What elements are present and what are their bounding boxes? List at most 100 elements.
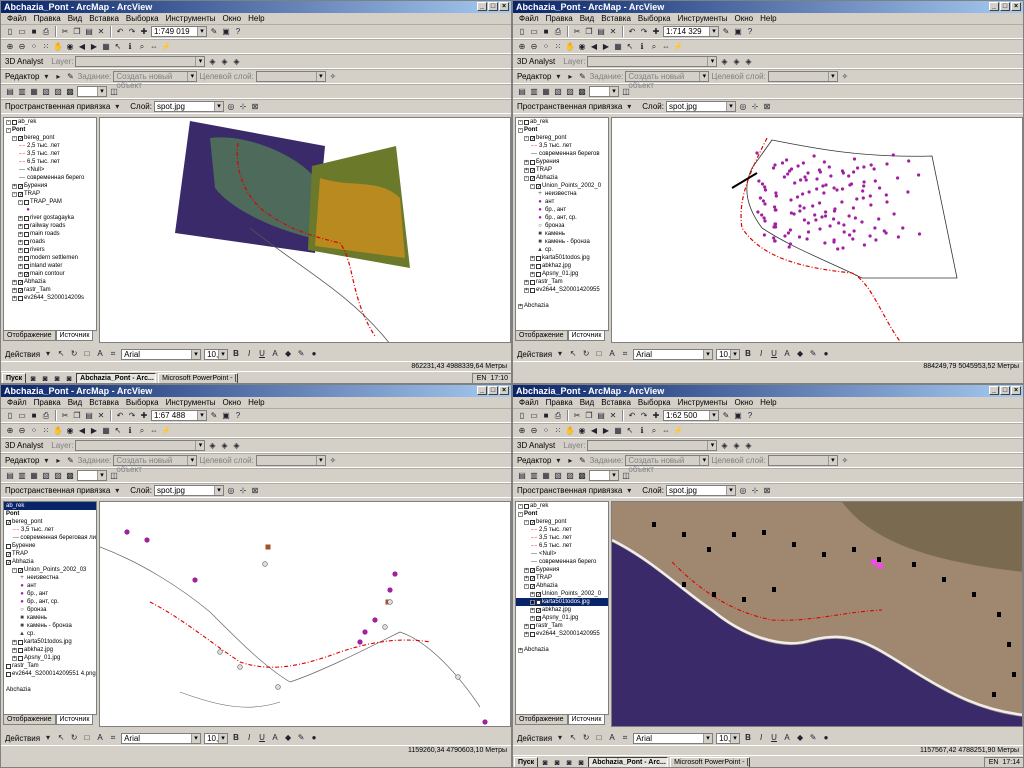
toc-layer-row[interactable]: - ✓ bereg_pont [516,518,608,526]
cut-icon[interactable]: ✂ [60,411,70,421]
layout-icon[interactable]: ▨ [53,87,63,97]
editor-toolbar-icon[interactable]: ✎ [209,27,219,37]
actions-menu[interactable]: Действия [5,734,40,743]
toc-layer-row[interactable]: + ✓ TRAP [516,166,608,174]
bold-icon[interactable]: B [231,349,241,359]
layer-checkbox[interactable]: ✓ [530,167,535,173]
copy-icon[interactable]: ❐ [72,27,82,37]
callout-icon[interactable]: ⌗ [108,349,118,359]
callout-icon[interactable]: ⌗ [620,733,630,743]
layer-checkbox[interactable]: ✓ [536,607,541,613]
toc-layer-row[interactable]: + неизвестна [4,574,96,582]
layout-zoom-combo[interactable] [77,470,107,481]
menu-item[interactable]: Выборка [126,13,159,24]
layer-checkbox[interactable]: ✓ [18,279,23,285]
rectangle-icon[interactable]: □ [594,733,604,743]
expand-icon[interactable]: + [524,631,529,637]
redo-icon[interactable]: ↷ [639,411,649,421]
hyperlink-icon[interactable]: ⚡ [673,42,683,52]
expand-icon[interactable]: + [18,239,23,245]
layer-checkbox[interactable] [6,671,11,677]
menu-item[interactable]: Файл [519,397,539,408]
layout-icon[interactable]: ▩ [577,471,587,481]
sketch-tool-icon[interactable]: ▸ [53,72,63,82]
callout-icon[interactable]: ⌗ [620,349,630,359]
identify-icon[interactable]: ℹ [637,42,647,52]
minimize-icon[interactable]: _ [477,2,487,11]
toc-layer-row[interactable]: ● бр., ант, ср. [516,214,608,222]
toc-layer-row[interactable]: + karta501todos.jpg [516,254,608,262]
toc-layer-row[interactable]: -·- 6,5 тыс. лет [4,158,96,166]
line-color-icon[interactable]: ✎ [296,733,306,743]
font-size-combo[interactable]: 10,0 [716,348,741,360]
underline-icon[interactable]: U [769,349,779,359]
zoom-out-icon[interactable]: ⊖ [17,426,27,436]
close-icon[interactable]: × [499,386,509,395]
paste-icon[interactable]: ▤ [84,411,94,421]
save-icon[interactable]: ■ [29,411,39,421]
3d-tool-icon[interactable]: ◈ [743,57,753,67]
expand-icon[interactable]: + [12,295,17,301]
expand-icon[interactable]: + [530,271,535,277]
map-canvas[interactable] [100,502,511,727]
layer-combo[interactable]: spot.jpg [153,101,224,112]
georef-icon[interactable]: ⊠ [250,102,260,112]
select-elements-icon[interactable]: ↖ [113,42,123,52]
select-elements-icon[interactable]: ↖ [56,733,66,743]
paste-icon[interactable]: ▤ [596,411,606,421]
menu-item[interactable]: Окно [223,13,242,24]
underline-icon[interactable]: U [769,733,779,743]
maximize-icon[interactable]: □ [1000,2,1010,11]
forward-icon[interactable]: ▶ [601,42,611,52]
find-icon[interactable]: ⌕ [649,42,659,52]
layer-combo[interactable]: spot.jpg [665,101,736,112]
pan-icon[interactable]: ✋ [565,426,575,436]
target-layer-combo[interactable] [767,455,838,466]
layer-checkbox[interactable] [24,239,29,245]
language-icon[interactable]: EN [989,758,999,768]
target-layer-combo[interactable] [255,455,326,466]
toc-layer-row[interactable]: -·- 3,5 тыс. лет [4,150,96,158]
toc-layer-row[interactable]: Abchazia [4,686,96,694]
layout-icon[interactable]: ▦ [541,471,551,481]
3d-tool-icon[interactable]: ◈ [719,57,729,67]
layer-checkbox[interactable] [24,263,29,269]
expand-icon[interactable]: + [18,255,23,261]
undo-icon[interactable]: ↶ [115,411,125,421]
toc-layer-row[interactable]: + ✓ TRAP [516,574,608,582]
menu-item[interactable]: Вставка [89,13,119,24]
media-icon[interactable]: ◙ [64,374,74,384]
hyperlink-icon[interactable]: ⚡ [161,426,171,436]
menu-item[interactable]: Help [760,397,776,408]
marker-color-icon[interactable]: ● [309,349,319,359]
undo-icon[interactable]: ↶ [115,27,125,37]
hyperlink-icon[interactable]: ⚡ [673,426,683,436]
find-icon[interactable]: ⌕ [649,426,659,436]
print-icon[interactable]: ⎙ [41,411,51,421]
editor-menu[interactable]: Редактор [517,72,551,81]
georef-icon[interactable]: ◎ [738,102,748,112]
expand-icon[interactable]: - [524,519,529,525]
pencil-icon[interactable]: ✎ [577,456,587,466]
fixed-zoom-in-icon[interactable]: ⁘ [541,426,551,436]
rotate-icon[interactable]: ↻ [69,349,79,359]
map-canvas[interactable] [612,118,1023,343]
zoom-in-icon[interactable]: ⊕ [5,426,15,436]
font-combo[interactable]: Arial [121,732,202,744]
toc-layer-row[interactable]: + ev2644_S200014209s [4,294,96,302]
expand-icon[interactable]: + [524,567,529,573]
toc-layer-row[interactable]: + modern settlemen [4,254,96,262]
underline-icon[interactable]: U [257,733,267,743]
layout-icon[interactable]: ▥ [17,87,27,97]
tab-display[interactable]: Отображение [515,331,568,341]
layout-icon[interactable]: ▧ [553,87,563,97]
arctoolbox-icon[interactable]: ▣ [733,27,743,37]
3d-tool-icon[interactable]: ◈ [231,441,241,451]
layer-checkbox[interactable]: ✓ [536,599,541,605]
text-icon[interactable]: A [95,733,105,743]
expand-icon[interactable]: - [6,127,11,133]
layout-icon[interactable]: ▥ [529,87,539,97]
toc-layer-row[interactable]: + Abchazia [516,302,608,310]
toc-layer-row[interactable]: ■ камень [4,614,96,622]
layer-checkbox[interactable] [12,119,17,125]
